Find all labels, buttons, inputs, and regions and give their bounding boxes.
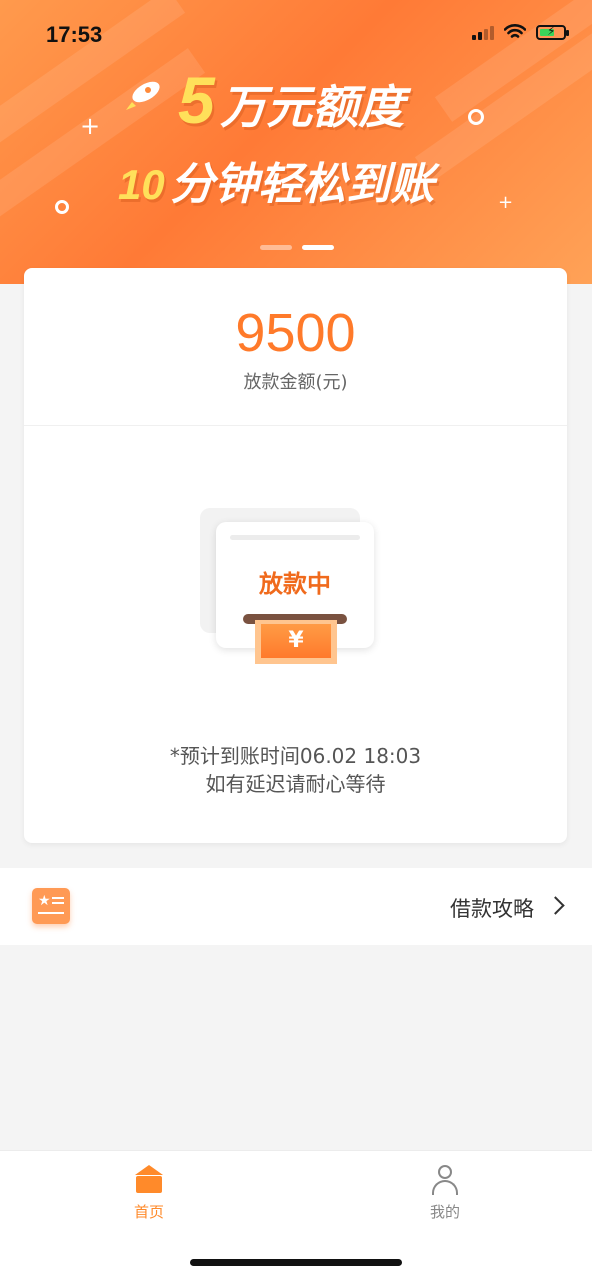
yuan-symbol: ¥	[261, 624, 331, 658]
banner-amount: 5	[178, 63, 215, 137]
banner-minutes-text: 分钟轻松到账	[170, 159, 435, 210]
tab-mine-label: 我的	[429, 1203, 460, 1221]
banner-headline-1: 5 万元额度	[178, 62, 404, 138]
rocket-icon	[126, 81, 160, 110]
tab-mine[interactable]: 我的	[405, 1165, 485, 1222]
carousel-dot-active[interactable]	[302, 245, 334, 250]
status-icons: ⚡	[472, 24, 569, 40]
loan-guide-label[interactable]: 借款攻略	[450, 893, 534, 923]
battery-icon: ⚡	[536, 24, 569, 40]
promo-banner[interactable]: 17:53 ⚡ 5 万元额度 10 分钟轻松到账 + +	[0, 0, 592, 284]
ring-decoration-icon	[468, 109, 484, 125]
status-bar: 17:53 ⚡	[0, 0, 592, 70]
home-indicator	[190, 1259, 402, 1266]
loan-status-card: 9500 放款金额(元) 放款中 ¥ *预计到账时间06.02 18:03 如有…	[24, 268, 567, 843]
status-time: 17:53	[46, 22, 103, 47]
banknote-icon: ¥	[255, 620, 337, 664]
tab-home[interactable]: 首页	[109, 1165, 189, 1222]
chevron-right-icon	[546, 896, 565, 915]
tab-home-label: 首页	[133, 1203, 164, 1221]
user-icon	[430, 1165, 460, 1195]
delay-notice: 如有延迟请耐心等待	[205, 772, 386, 796]
guide-card-icon: ★	[32, 888, 70, 924]
disbursing-illustration: 放款中 ¥	[200, 508, 400, 668]
home-icon	[134, 1165, 164, 1195]
banner-amount-text: 万元额度	[220, 80, 405, 134]
banner-headline-2: 10 分钟轻松到账	[118, 148, 434, 212]
expected-arrival-time: *预计到账时间06.02 18:03	[169, 744, 422, 768]
disbursing-status: 放款中	[259, 570, 331, 598]
carousel-indicator[interactable]	[260, 245, 334, 250]
plus-decoration-icon: +	[498, 192, 514, 213]
loan-amount-label: 放款金额(元)	[243, 372, 348, 393]
wifi-icon	[504, 24, 526, 38]
ring-decoration-icon	[55, 200, 69, 214]
loan-guide-row[interactable]: ★ 借款攻略	[0, 868, 592, 945]
loan-amount: 9500	[235, 303, 356, 363]
plus-decoration-icon: +	[80, 112, 101, 140]
cellular-signal-icon	[472, 24, 494, 40]
carousel-dot[interactable]	[260, 245, 292, 250]
card-divider	[24, 425, 567, 426]
banner-minutes: 10	[118, 161, 165, 208]
